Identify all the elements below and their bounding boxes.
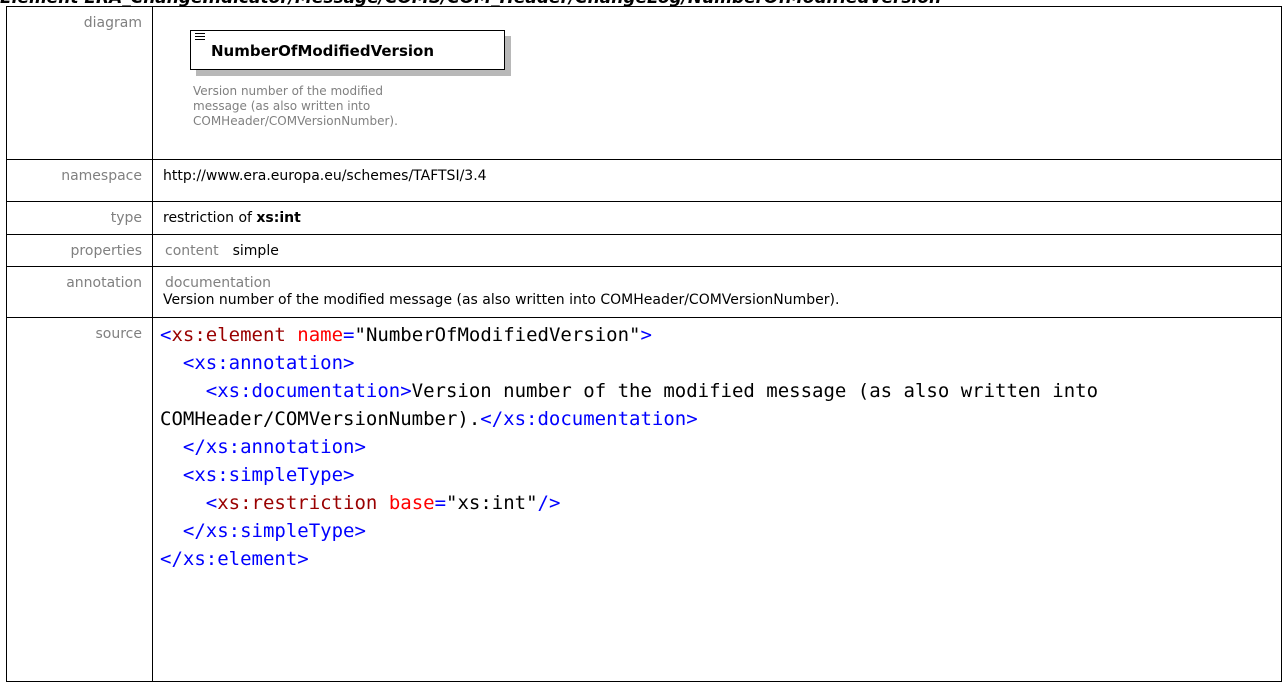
row-annotation: annotation documentation Version number … <box>6 266 1282 318</box>
element-properties-table: diagram NumberOfModifiedVersion Version … <box>6 6 1282 682</box>
annotation-value: documentation Version number of the modi… <box>152 266 1282 318</box>
row-source: source <xs:element name="NumberOfModifie… <box>6 317 1282 682</box>
annotation-documentation-text: Version number of the modified message (… <box>163 292 840 308</box>
element-node-name: NumberOfModifiedVersion <box>211 42 435 60</box>
property-value-content: simple <box>232 243 279 259</box>
row-type: type restriction of xs:int <box>6 201 1282 235</box>
source-code: <xs:element name="NumberOfModifiedVersio… <box>152 317 1282 682</box>
label-type: type <box>6 201 153 235</box>
label-diagram: diagram <box>6 6 153 160</box>
properties-value: content simple <box>152 234 1282 267</box>
label-annotation: annotation <box>6 266 153 318</box>
type-base-link[interactable]: xs:int <box>256 210 300 226</box>
label-namespace: namespace <box>6 159 153 202</box>
row-properties: properties content simple <box>6 234 1282 267</box>
element-node-box[interactable]: NumberOfModifiedVersion <box>190 30 505 70</box>
namespace-value: http://www.era.europa.eu/schemes/TAFTSI/… <box>152 159 1282 202</box>
type-prefix: restriction of <box>163 210 257 226</box>
source-code-block: <xs:element name="NumberOfModifiedVersio… <box>160 324 1110 570</box>
lines-icon <box>195 33 205 42</box>
type-value: restriction of xs:int <box>152 201 1282 235</box>
row-namespace: namespace http://www.era.europa.eu/schem… <box>6 159 1282 202</box>
property-key-content: content <box>165 243 219 259</box>
element-diagram: NumberOfModifiedVersion Version number o… <box>190 30 505 129</box>
row-diagram: diagram NumberOfModifiedVersion Version … <box>6 6 1282 160</box>
annotation-documentation-key: documentation <box>165 275 272 291</box>
element-node-documentation: Version number of the modified message (… <box>193 84 398 128</box>
diagram-cell: NumberOfModifiedVersion Version number o… <box>152 6 1282 160</box>
label-source: source <box>6 317 153 682</box>
label-properties: properties <box>6 234 153 267</box>
